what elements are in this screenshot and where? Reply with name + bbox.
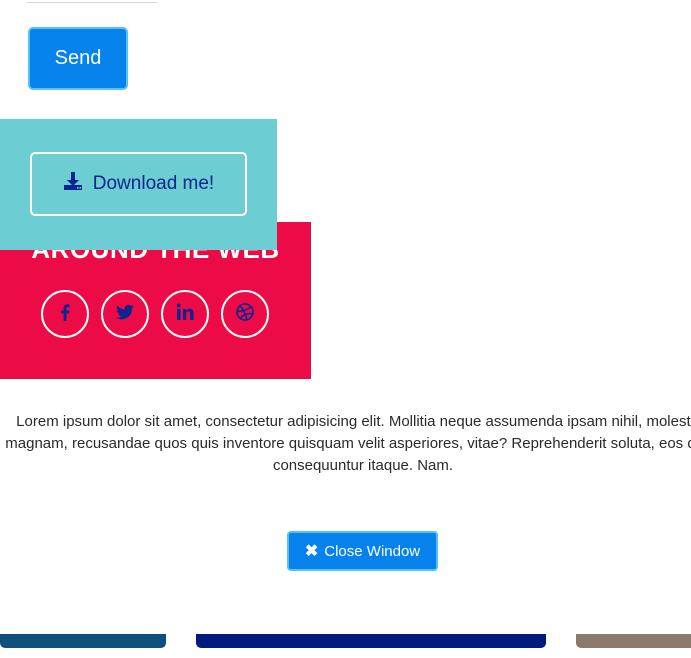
background-card-2 (196, 634, 546, 648)
close-window-label: Close Window (324, 542, 421, 560)
download-section: Download me! (0, 119, 277, 250)
background-card-1 (0, 634, 166, 648)
linkedin-link[interactable] (161, 290, 209, 338)
social-links (41, 290, 269, 338)
modal-body-text: Lorem ipsum dolor sit amet, consectetur … (5, 413, 691, 474)
bottom-strip (0, 648, 691, 658)
send-button[interactable]: Send (28, 27, 128, 90)
linkedin-icon (175, 302, 195, 327)
facebook-icon (55, 302, 75, 327)
twitter-link[interactable] (101, 290, 149, 338)
download-button[interactable]: Download me! (30, 152, 247, 216)
text-input-underline[interactable] (27, 0, 157, 3)
download-icon (63, 171, 83, 197)
dribbble-icon (235, 302, 255, 327)
dribbble-link[interactable] (221, 290, 269, 338)
facebook-link[interactable] (41, 290, 89, 338)
close-icon: ✖ (304, 543, 319, 560)
send-button-label: Send (54, 47, 102, 69)
download-button-label: Download me! (92, 173, 215, 194)
background-card-3 (576, 634, 691, 648)
close-window-button[interactable]: ✖ Close Window (287, 531, 438, 571)
twitter-icon (115, 302, 135, 327)
